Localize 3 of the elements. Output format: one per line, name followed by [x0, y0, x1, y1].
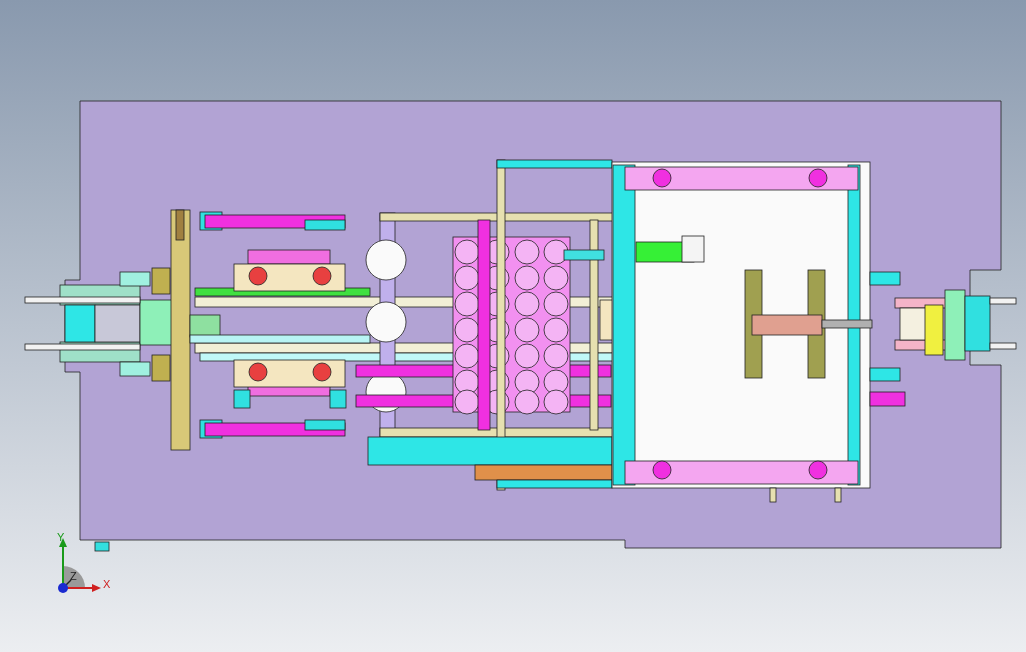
axis-label: Z: [70, 570, 77, 582]
axis-label: Y: [57, 531, 65, 543]
axis-label: X: [103, 578, 111, 590]
